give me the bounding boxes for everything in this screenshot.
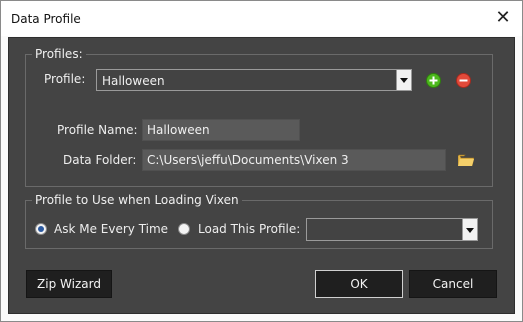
load-profile-legend: Profile to Use when Loading Vixen <box>32 193 242 207</box>
folder-icon[interactable] <box>458 154 474 166</box>
profiles-legend: Profiles: <box>32 47 86 61</box>
cancel-label: Cancel <box>432 277 474 291</box>
plus-icon <box>429 76 438 85</box>
cancel-button[interactable]: Cancel <box>409 270 497 298</box>
profile-dropdown[interactable]: Halloween <box>96 69 412 91</box>
profile-label: Profile: <box>44 72 86 86</box>
ok-button[interactable]: OK <box>315 270 403 298</box>
minus-icon <box>459 79 468 82</box>
ask-every-time-label[interactable]: Ask Me Every Time <box>54 222 168 236</box>
chevron-down-icon <box>400 78 408 83</box>
ask-every-time-radio[interactable] <box>35 223 47 235</box>
title-bar: Data Profile ✕ <box>1 1 522 36</box>
load-profile-group: Profile to Use when Loading Vixen Ask Me… <box>25 193 493 249</box>
load-this-profile-radio[interactable] <box>178 223 190 235</box>
dropdown-arrow-button[interactable] <box>396 70 411 90</box>
dialog-body: Profiles: Profile: Halloween Profile Nam… <box>8 37 515 314</box>
data-folder-value: C:\Users\jeffu\Documents\Vixen 3 <box>147 153 349 167</box>
zip-wizard-label: Zip Wizard <box>37 277 101 291</box>
add-profile-button[interactable] <box>426 73 441 88</box>
profile-name-value: Halloween <box>147 123 210 137</box>
ok-label: OK <box>350 277 368 291</box>
data-profile-dialog: Data Profile ✕ Profiles: Profile: Hallow… <box>0 0 523 322</box>
data-folder-field[interactable]: C:\Users\jeffu\Documents\Vixen 3 <box>142 149 446 171</box>
zip-wizard-button[interactable]: Zip Wizard <box>26 270 112 298</box>
load-profile-dropdown[interactable] <box>306 218 478 241</box>
load-this-profile-label[interactable]: Load This Profile: <box>198 222 300 236</box>
chevron-down-icon <box>466 227 474 233</box>
profile-name-field[interactable]: Halloween <box>142 119 300 141</box>
dropdown-arrow-button[interactable] <box>462 219 477 240</box>
window-title: Data Profile <box>11 12 81 26</box>
remove-profile-button[interactable] <box>456 73 471 88</box>
data-folder-label: Data Folder: <box>63 153 137 167</box>
close-button[interactable]: ✕ <box>492 8 514 28</box>
profiles-group: Profiles: Profile: Halloween Profile Nam… <box>25 47 493 187</box>
profile-name-label: Profile Name: <box>57 123 138 137</box>
profile-dropdown-value: Halloween <box>102 74 165 88</box>
